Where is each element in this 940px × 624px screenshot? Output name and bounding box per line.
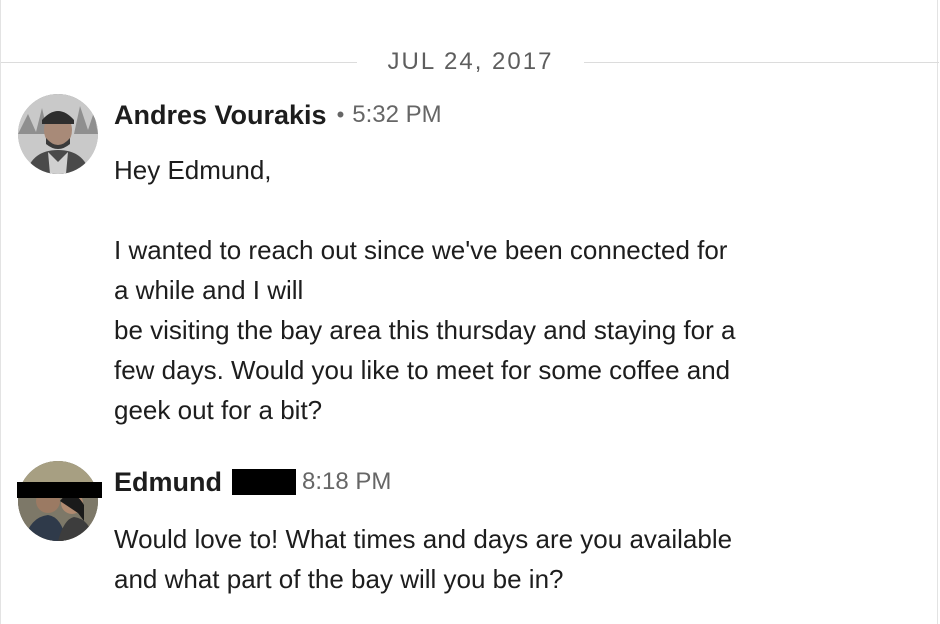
message-time: 5:32 PM xyxy=(352,101,442,128)
redacted-surname xyxy=(232,469,296,495)
message-body: Hey Edmund, I wanted to reach out since … xyxy=(114,150,834,430)
message-line: geek out for a bit? xyxy=(114,395,323,425)
separator-dot: • xyxy=(336,102,345,127)
divider-line-right xyxy=(584,62,939,63)
message-header: Edmund 8:18 PM xyxy=(114,465,391,499)
message-thread: JUL 24, 2017 Andres Vourakis • 5:32 PM H… xyxy=(0,0,939,624)
message-line: Hey Edmund, xyxy=(114,155,272,185)
profile-photo-icon xyxy=(18,94,98,174)
message-body: Would love to! What times and days are y… xyxy=(114,519,834,599)
redaction-bar xyxy=(17,482,102,498)
message-line: be visiting the bay area this thursday a… xyxy=(114,315,736,345)
sender-name[interactable]: Edmund xyxy=(114,467,222,498)
message-line: Would love to! What times and days are y… xyxy=(114,524,733,554)
message-line: few days. Would you like to meet for som… xyxy=(114,355,731,385)
message-time: 8:18 PM xyxy=(302,468,392,495)
avatar[interactable] xyxy=(18,461,98,541)
message-line: and what part of the bay will you be in? xyxy=(114,564,564,594)
message-line: a while and I will xyxy=(114,275,304,305)
date-divider: JUL 24, 2017 xyxy=(1,44,939,80)
divider-line-left xyxy=(1,62,357,63)
sender-name[interactable]: Andres Vourakis xyxy=(114,100,327,131)
avatar[interactable] xyxy=(18,94,98,174)
date-label: JUL 24, 2017 xyxy=(387,48,554,75)
message-header: Andres Vourakis • 5:32 PM xyxy=(114,98,442,132)
message-line: I wanted to reach out since we've been c… xyxy=(114,235,728,265)
profile-photo-icon xyxy=(18,461,98,541)
